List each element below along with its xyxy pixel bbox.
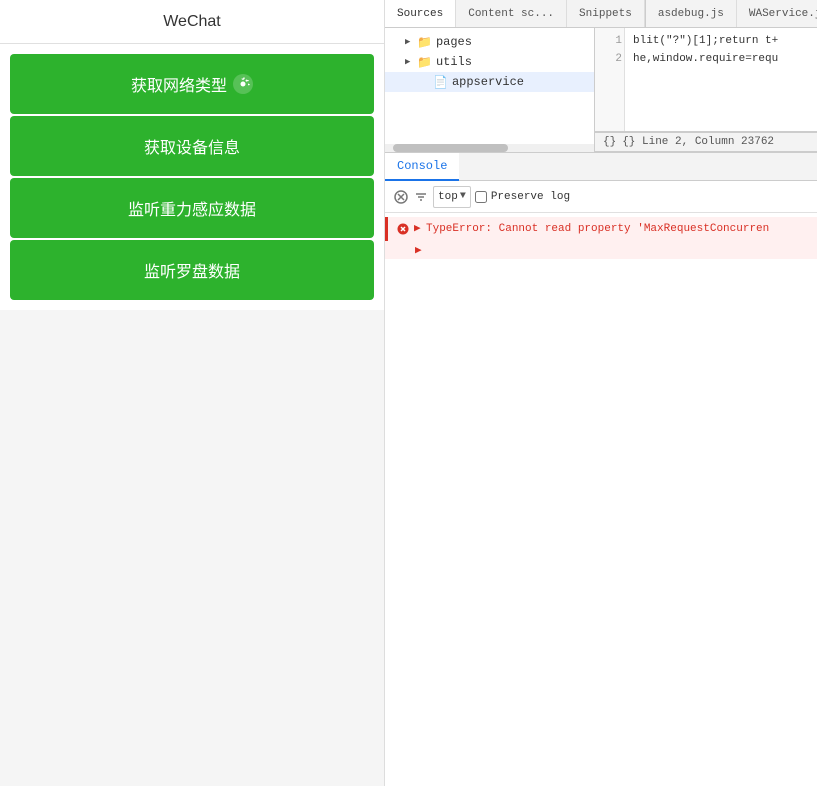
wechat-title: WeChat: [0, 0, 384, 44]
file-tree-scrollbar[interactable]: [385, 144, 594, 152]
status-bar: {} {} Line 2, Column 23762: [595, 132, 817, 152]
listen-compass-button[interactable]: 监听罗盘数据: [10, 240, 374, 300]
line-numbers: 1 2: [595, 28, 625, 131]
listen-gravity-button[interactable]: 监听重力感应数据: [10, 178, 374, 238]
error-expand-icon[interactable]: ▶: [414, 221, 424, 237]
code-area: 1 2 blit("?")[1];return t+ he,window.req…: [595, 28, 817, 132]
wechat-title-text: WeChat: [163, 13, 221, 31]
wechat-simulator: WeChat 获取网络类型 获取设备信息: [0, 0, 385, 786]
gear-icon: [233, 74, 253, 94]
console-messages: ▶ TypeError: Cannot read property 'MaxRe…: [385, 213, 817, 786]
listen-gravity-label: 监听重力感应数据: [128, 196, 256, 220]
tab-content-scripts[interactable]: Content sc...: [456, 0, 567, 28]
file-appservice[interactable]: ▶ 📄 appservice: [385, 72, 594, 92]
get-network-type-button[interactable]: 获取网络类型: [10, 54, 374, 114]
format-icon[interactable]: {}: [603, 136, 616, 148]
folder-pages[interactable]: ▶ 📁 pages: [385, 32, 594, 52]
arrow-right-icon: ▶: [405, 37, 415, 47]
devtools-top-tabs: Sources Content sc... Snippets asdebug.j…: [385, 0, 817, 28]
console-clear-button[interactable]: [393, 189, 409, 205]
main-container: WeChat 获取网络类型 获取设备信息: [0, 0, 817, 786]
preserve-log-checkbox[interactable]: [475, 191, 487, 203]
file-icon-appservice: 📄: [433, 75, 448, 90]
error-circle-icon: [396, 222, 410, 236]
tab-waservice[interactable]: WAService.js: [737, 0, 817, 28]
console-tab-bar: Console: [385, 153, 817, 181]
get-network-type-label: 获取网络类型: [131, 72, 227, 96]
preserve-log-label[interactable]: Preserve log: [475, 191, 570, 203]
tab-snippets[interactable]: Snippets: [567, 0, 645, 28]
console-filter-button[interactable]: [413, 189, 429, 205]
tab-asdebug[interactable]: asdebug.js: [646, 0, 737, 28]
console-section: Console: [385, 153, 817, 786]
get-device-info-button[interactable]: 获取设备信息: [10, 116, 374, 176]
error-text: TypeError: Cannot read property 'MaxRequ…: [426, 221, 769, 237]
console-continuation: ▶: [385, 241, 817, 259]
code-line-1: blit("?")[1];return t+: [633, 32, 778, 50]
status-text: {} Line 2, Column 23762: [622, 136, 774, 148]
folder-icon-pages: 📁: [417, 35, 432, 50]
folder-utils[interactable]: ▶ 📁 utils: [385, 52, 594, 72]
code-view-panel: 1 2 blit("?")[1];return t+ he,window.req…: [595, 28, 817, 152]
tab-sources[interactable]: Sources: [385, 0, 456, 28]
file-tree-panel: ▶ 📁 pages ▶ 📁 utils ▶ 📄 appservice: [385, 28, 595, 152]
code-line-2: he,window.require=requ: [633, 50, 778, 68]
listen-compass-label: 监听罗盘数据: [144, 258, 240, 282]
folder-icon-utils: 📁: [417, 55, 432, 70]
arrow-right-icon: ▶: [405, 57, 415, 67]
file-tree: ▶ 📁 pages ▶ 📁 utils ▶ 📄 appservice: [385, 28, 594, 96]
get-device-info-label: 获取设备信息: [144, 134, 240, 158]
tab-console[interactable]: Console: [385, 153, 459, 181]
devtools-panel: Sources Content sc... Snippets asdebug.j…: [385, 0, 817, 786]
console-level-select[interactable]: top ▼: [433, 186, 471, 208]
console-error-message: ▶ TypeError: Cannot read property 'MaxRe…: [385, 217, 817, 241]
chevron-down-icon: ▼: [460, 191, 466, 202]
sources-code-area: ▶ 📁 pages ▶ 📁 utils ▶ 📄 appservice: [385, 28, 817, 153]
wechat-button-list: 获取网络类型 获取设备信息 监听重力感应数据: [0, 44, 384, 310]
console-toolbar: top ▼ Preserve log: [385, 181, 817, 213]
code-content: blit("?")[1];return t+ he,window.require…: [625, 28, 786, 131]
file-tree-scrollbar-thumb: [393, 144, 508, 152]
